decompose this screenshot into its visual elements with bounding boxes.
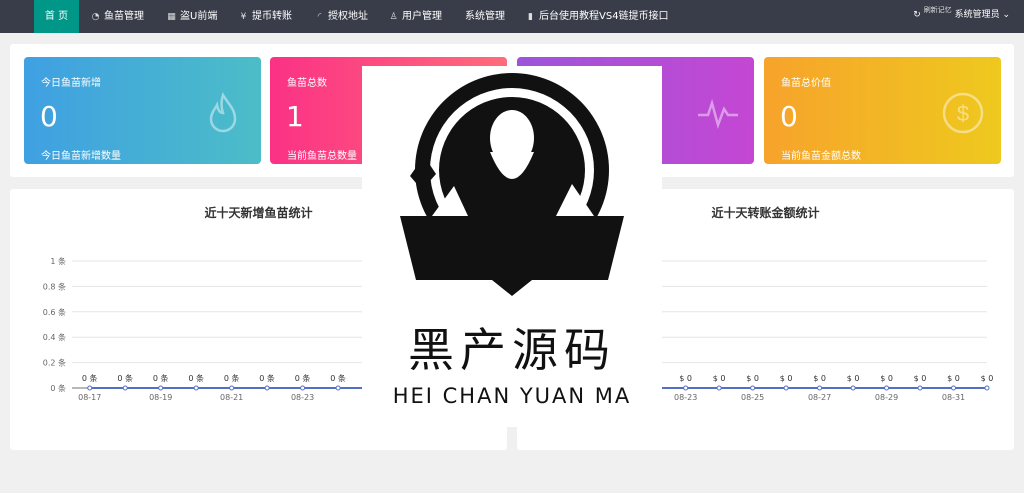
stat-value: 0 [40, 100, 58, 133]
y-tick-label: 0 条 [50, 383, 66, 393]
data-label: $ 0 [981, 374, 994, 383]
y-tick-label: 0.4 条 [43, 332, 66, 342]
data-label: 0 条 [295, 373, 311, 383]
data-label: $ 0 [679, 374, 692, 383]
data-label: 0 条 [259, 373, 275, 383]
data-point [335, 385, 341, 391]
data-point [984, 385, 990, 391]
data-point [884, 385, 890, 391]
x-tick-label: 08-17 [78, 393, 101, 402]
nav-item-fish-management[interactable]: ◔ 鱼苗管理 [90, 0, 144, 33]
nav-item-label: 授权地址 [328, 11, 368, 22]
x-tick-label: 08-23 [291, 393, 314, 402]
data-point [683, 385, 689, 391]
nav-item-withdraw[interactable]: ¥ 提币转账 [238, 0, 292, 33]
pulse-icon [698, 98, 738, 130]
stat-card-total-value: 鱼苗总价值 0 当前鱼苗金额总数 $ [764, 57, 1001, 164]
stat-label: 鱼苗总价值 [781, 78, 831, 89]
data-label: $ 0 [813, 374, 826, 383]
x-tick-label: 08-19 [149, 393, 172, 402]
data-label: $ 0 [746, 374, 759, 383]
data-point [87, 385, 93, 391]
data-label: $ 0 [914, 374, 927, 383]
stat-sub-label: 今日鱼苗新增数量 [41, 151, 121, 162]
nav-item-home[interactable]: 首 页 [34, 0, 79, 33]
data-label: $ 0 [713, 374, 726, 383]
x-tick-label: 08-29 [875, 393, 898, 402]
data-label: $ 0 [880, 374, 893, 383]
x-tick-label: 08-21 [220, 393, 243, 402]
data-point [783, 385, 789, 391]
nav-item-label: 首 页 [44, 11, 69, 22]
data-point [264, 385, 270, 391]
stat-card-today-new: 今日鱼苗新增 0 今日鱼苗新增数量 [24, 57, 261, 164]
nav-item-label: 提币转账 [252, 11, 292, 22]
nav-item-system-management[interactable]: 系统管理 [465, 0, 505, 33]
y-tick-label: 0.2 条 [43, 358, 66, 368]
dollar-icon: $ [942, 92, 984, 134]
x-tick-label: 08-27 [808, 393, 831, 402]
stat-sub-label: 当前鱼苗金额总数 [781, 151, 861, 162]
data-point [158, 385, 164, 391]
y-tick-label: 1 条 [50, 256, 66, 266]
data-point [817, 385, 823, 391]
y-tick-label: 0.8 条 [43, 281, 66, 291]
data-label: $ 0 [780, 374, 793, 383]
nav-item-label: 鱼苗管理 [104, 11, 144, 22]
refresh-label: 刷新记忆 [923, 6, 952, 14]
x-tick-label: 08-23 [674, 393, 697, 402]
stat-label: 鱼苗总数 [287, 78, 327, 89]
x-tick-label: 08-31 [942, 393, 965, 402]
data-label: 0 条 [82, 373, 98, 383]
nav-item-user-management[interactable]: ♙ 用户管理 [388, 0, 442, 33]
data-label: 0 条 [224, 373, 240, 383]
top-nav: 首 页 ◔ 鱼苗管理 ▦ 盗U前端 ¥ 提币转账 ◜ 授权地址 ♙ 用户管理 系统管理 ▮… [0, 0, 1024, 33]
user-icon: ♙ [389, 12, 398, 22]
nav-item-label: 系统管理 [465, 11, 505, 22]
data-label: 0 条 [188, 373, 204, 383]
watermark-overlay: 黑产源码 HEI CHAN YUAN MA [362, 66, 662, 427]
data-point [193, 385, 199, 391]
nav-item-auth-address[interactable]: ◜ 授权地址 [314, 0, 368, 33]
admin-label: 系统管理员 [954, 10, 1000, 20]
book-icon: ▮ [528, 12, 533, 22]
rss-icon: ◜ [317, 12, 322, 22]
data-point [951, 385, 957, 391]
x-tick-label: 08-25 [741, 393, 764, 402]
nav-item-label: 用户管理 [402, 11, 442, 22]
chevron-down-icon: ⌄ [1002, 10, 1010, 20]
nav-item-tutorial[interactable]: ▮ 后台使用教程VS4链提币接口 [525, 0, 669, 33]
data-point [122, 385, 128, 391]
watermark-logo [400, 73, 624, 296]
refresh-icon[interactable]: ↻ [913, 10, 921, 20]
data-label: 0 条 [330, 373, 346, 383]
data-label: 0 条 [153, 373, 169, 383]
nav-user-area[interactable]: ↻ 刷新记忆 系统管理员 ⌄ [913, 0, 1010, 33]
yen-icon: ¥ [240, 12, 247, 22]
stat-value: 1 [286, 100, 304, 133]
nav-item-label: 后台使用教程VS4链提币接口 [539, 11, 669, 22]
watermark-text-en: HEI CHAN YUAN MA [392, 384, 632, 408]
data-label: 0 条 [117, 373, 133, 383]
watermark-text-cn: 黑产源码 [408, 323, 616, 377]
data-point [716, 385, 722, 391]
nav-item-frontend[interactable]: ▦ 盗U前端 [166, 0, 217, 33]
stat-sub-label: 当前鱼苗总数量 [287, 151, 357, 162]
data-label: $ 0 [847, 374, 860, 383]
stat-label: 今日鱼苗新增 [41, 78, 101, 89]
windows-icon: ▦ [167, 12, 176, 22]
clock-icon: ◔ [91, 12, 100, 22]
y-tick-label: 0.6 条 [43, 307, 66, 317]
data-point [300, 385, 306, 391]
data-label: $ 0 [947, 374, 960, 383]
stat-value: 0 [780, 100, 798, 133]
data-point [917, 385, 923, 391]
data-point [850, 385, 856, 391]
svg-text:$: $ [957, 101, 969, 126]
data-point [229, 385, 235, 391]
nav-item-label: 盗U前端 [180, 11, 218, 22]
data-point [750, 385, 756, 391]
flame-icon [209, 92, 237, 133]
